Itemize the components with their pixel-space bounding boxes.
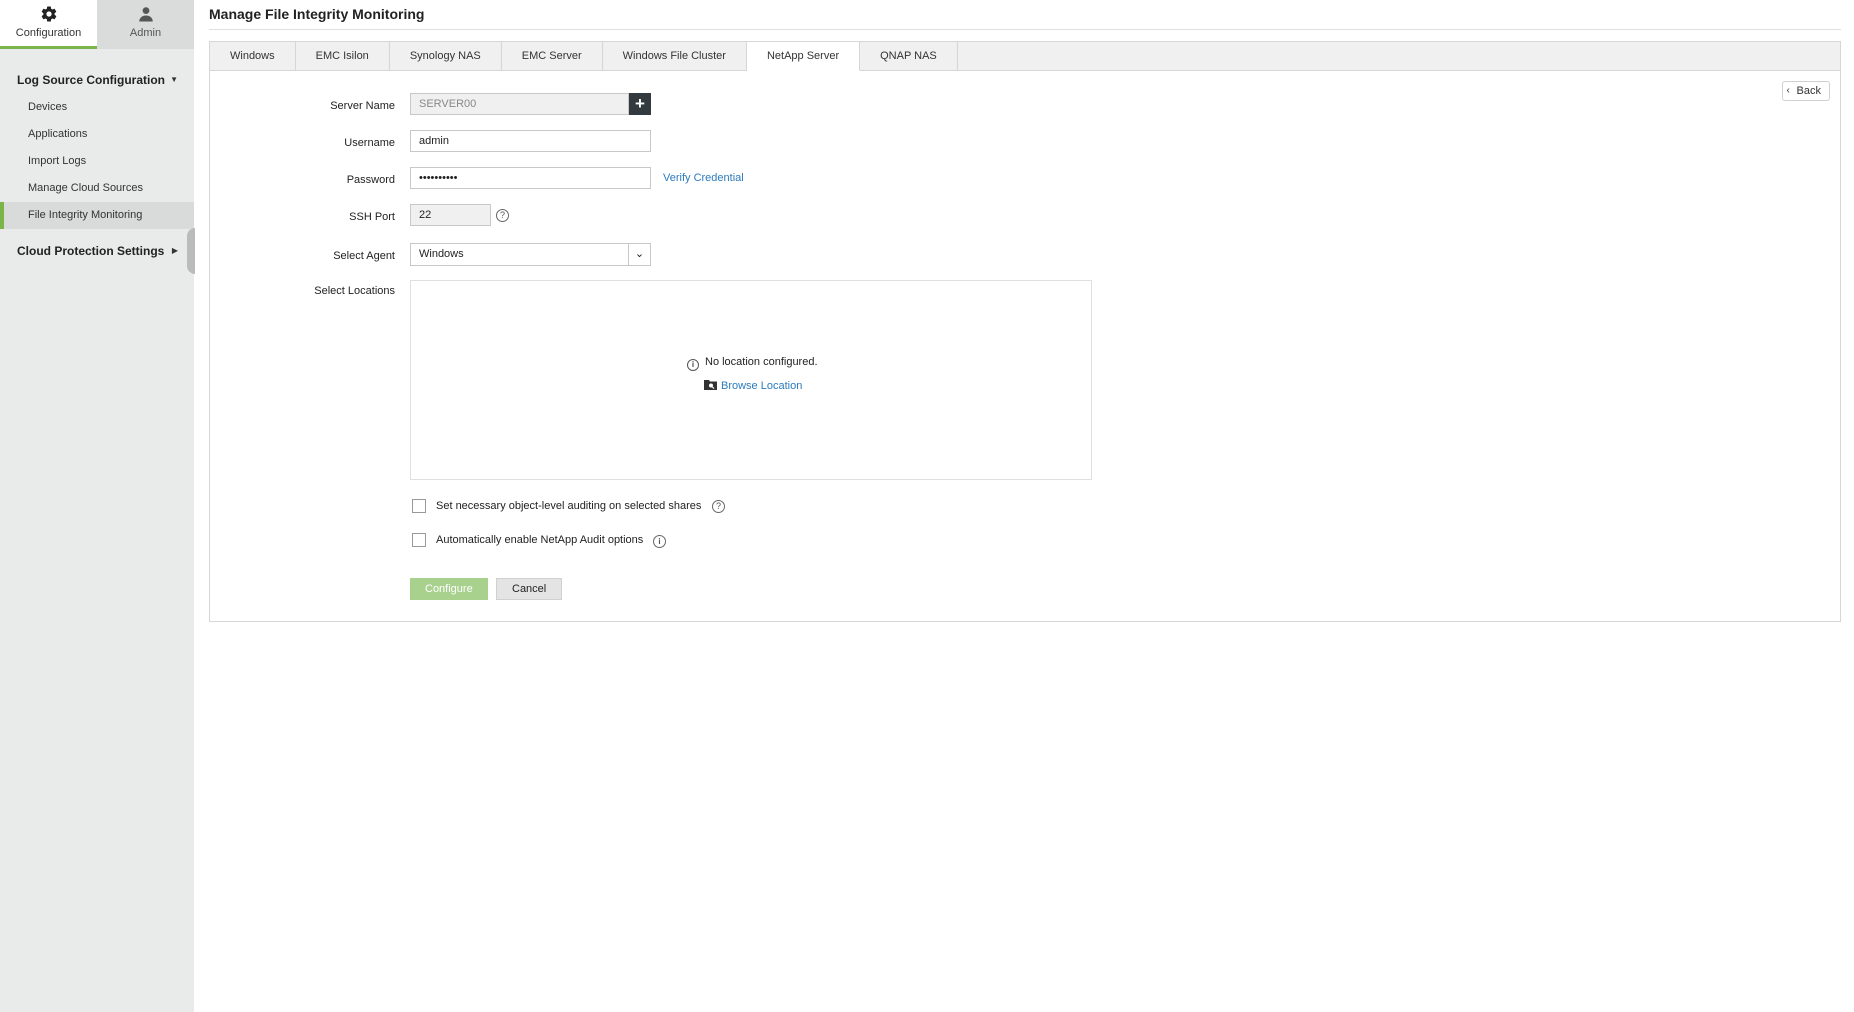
- object-level-auditing-label: Set necessary object-level auditing on s…: [436, 500, 702, 512]
- tab-windows-file-cluster[interactable]: Windows File Cluster: [603, 42, 747, 70]
- plus-icon: +: [635, 94, 645, 113]
- select-locations-label: Select Locations: [314, 285, 395, 297]
- ssh-port-input[interactable]: 22: [410, 204, 491, 226]
- folder-search-icon: [704, 380, 717, 390]
- ssh-port-label: SSH Port: [349, 211, 395, 223]
- tab-windows[interactable]: Windows: [210, 42, 296, 70]
- main-content: Manage File Integrity Monitoring Windows…: [209, 0, 1841, 622]
- sidebar-collapse-handle[interactable]: [187, 228, 195, 274]
- back-button[interactable]: ‹ Back: [1781, 81, 1830, 101]
- locations-box: i No location configured. Browse Location: [410, 280, 1092, 480]
- server-name-input[interactable]: SERVER00: [410, 93, 629, 115]
- netapp-audit-label: Automatically enable NetApp Audit option…: [436, 534, 644, 546]
- sidebar-item-file-integrity-monitoring[interactable]: File Integrity Monitoring: [0, 202, 194, 229]
- info-icon[interactable]: i: [653, 535, 666, 548]
- tab-netapp-server[interactable]: NetApp Server: [746, 42, 861, 71]
- server-name-label: Server Name: [330, 100, 395, 112]
- sidebar-item-devices[interactable]: Devices: [0, 94, 194, 121]
- tab-qnap-nas[interactable]: QNAP NAS: [860, 42, 958, 70]
- top-nav: Configuration Admin: [0, 0, 194, 49]
- sidebar-item-manage-cloud-sources[interactable]: Manage Cloud Sources: [0, 175, 194, 202]
- sidebar-item-import-logs[interactable]: Import Logs: [0, 148, 194, 175]
- sidebar-section-log-source-configuration[interactable]: Log Source Configuration ▼: [0, 69, 194, 91]
- username-label: Username: [344, 137, 395, 149]
- cancel-button[interactable]: Cancel: [496, 578, 563, 600]
- tab-configuration-label: Configuration: [15, 27, 82, 39]
- tab-admin[interactable]: Admin: [97, 0, 194, 49]
- netapp-audit-checkbox[interactable]: [412, 533, 426, 547]
- tab-emc-server[interactable]: EMC Server: [502, 42, 603, 70]
- browse-location[interactable]: Browse Location: [704, 379, 802, 392]
- info-icon: i: [687, 359, 699, 371]
- divider: [209, 29, 1841, 30]
- caret-down-icon: ▼: [170, 75, 178, 84]
- sidebar-item-applications[interactable]: Applications: [0, 121, 194, 148]
- password-label: Password: [346, 174, 395, 186]
- help-icon[interactable]: ?: [496, 209, 509, 222]
- sidebar-section-cloud-protection-settings[interactable]: Cloud Protection Settings ▶: [0, 240, 194, 262]
- select-agent-dropdown[interactable]: Windows ⌄: [410, 243, 651, 266]
- chevron-down-icon: ⌄: [628, 244, 650, 265]
- no-location-text: No location configured.: [705, 356, 818, 368]
- caret-right-icon: ▶: [171, 246, 178, 255]
- select-agent-value: Windows: [419, 248, 464, 260]
- sidebar-section-title: Cloud Protection Settings: [17, 244, 165, 258]
- source-tabs: Windows EMC Isilon Synology NAS EMC Serv…: [210, 42, 1840, 71]
- sidebar-section-title: Log Source Configuration: [17, 73, 165, 87]
- chevron-left-icon: ‹: [1786, 85, 1790, 96]
- tab-admin-label: Admin: [129, 27, 162, 39]
- tab-synology-nas[interactable]: Synology NAS: [390, 42, 502, 70]
- username-input[interactable]: admin: [410, 130, 651, 152]
- tab-emc-isilon[interactable]: EMC Isilon: [296, 42, 390, 70]
- select-agent-label: Select Agent: [333, 250, 395, 262]
- configure-button[interactable]: Configure: [410, 578, 488, 600]
- browse-location-link[interactable]: Browse Location: [721, 380, 802, 392]
- back-button-label: Back: [1796, 85, 1821, 97]
- fim-panel: Windows EMC Isilon Synology NAS EMC Serv…: [209, 41, 1841, 622]
- page-title: Manage File Integrity Monitoring: [209, 6, 425, 22]
- empty-state-message: i No location configured.: [687, 356, 818, 371]
- sidebar: Configuration Admin Log Source Configura…: [0, 0, 195, 1012]
- object-level-auditing-checkbox[interactable]: [412, 499, 426, 513]
- tab-configuration[interactable]: Configuration: [0, 0, 97, 49]
- help-icon[interactable]: ?: [712, 500, 725, 513]
- verify-credential-link[interactable]: Verify Credential: [663, 172, 744, 184]
- add-server-button[interactable]: +: [629, 93, 651, 115]
- password-input[interactable]: ••••••••••: [410, 167, 651, 189]
- gear-icon: [41, 6, 56, 22]
- user-icon: [138, 7, 153, 22]
